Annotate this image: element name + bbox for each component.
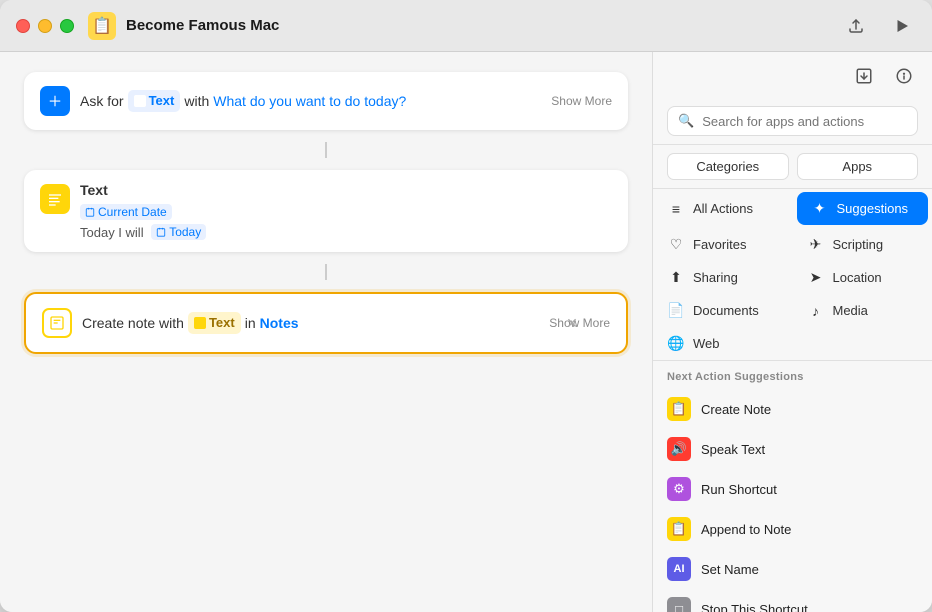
note-dest[interactable]: Notes [260, 313, 299, 334]
traffic-lights [16, 19, 74, 33]
suggestion-append-note[interactable]: 📋 Append to Note [653, 509, 932, 549]
show-more-btn-1[interactable]: Show More [551, 94, 612, 108]
tab-apps[interactable]: Apps [797, 153, 919, 180]
speak-text-icon: 🔊 [667, 437, 691, 461]
cat-all-actions[interactable]: ≡ All Actions [653, 189, 793, 228]
note-icon [42, 308, 72, 338]
search-container: 🔍 [653, 94, 932, 145]
documents-icon: 📄 [667, 302, 685, 319]
ask-text-tag[interactable]: Text [128, 90, 181, 112]
app-icon: 📋 [88, 12, 116, 40]
right-panel: 🔍 Categories Apps ≡ All Actions [652, 52, 932, 612]
ask-prompt[interactable]: What do you want to do today? [213, 91, 406, 112]
text-tag-icon [134, 95, 146, 107]
main-content: Ask for Text with What do you want to do… [0, 52, 932, 612]
upload-button[interactable] [842, 12, 870, 40]
today-tag[interactable]: Today [151, 224, 206, 240]
text-card-content: Current Date Today I will Today [80, 204, 206, 240]
download-icon-btn[interactable] [850, 62, 878, 90]
info-icon-btn[interactable] [890, 62, 918, 90]
right-panel-header [653, 52, 932, 94]
close-note-card-btn[interactable]: ✕ [562, 313, 582, 333]
text-body-prefix: Today I will [80, 225, 144, 240]
cat-web[interactable]: 🌐 Web [653, 327, 793, 360]
categories-grid: ≡ All Actions ✦ Suggestions ♡ Favorites … [653, 189, 932, 361]
cat-media[interactable]: ♪ Media [793, 294, 932, 327]
suggestions-icon: ✦ [811, 200, 829, 217]
minimize-button[interactable] [38, 19, 52, 33]
search-icon: 🔍 [678, 113, 694, 129]
note-label-pre: Create note with [82, 313, 184, 334]
suggestions-section: Next Action Suggestions 📋 Create Note 🔊 … [653, 361, 932, 612]
text-icon [40, 184, 70, 214]
titlebar-actions [842, 12, 916, 40]
cat-location[interactable]: ➤ Location [793, 261, 932, 294]
run-shortcut-icon: ⚙ [667, 477, 691, 501]
note-tag-icon [194, 317, 206, 329]
scripting-icon: ✈ [807, 236, 825, 253]
play-button[interactable] [888, 12, 916, 40]
suggestion-stop-shortcut[interactable]: □ Stop This Shortcut [653, 589, 932, 612]
maximize-button[interactable] [60, 19, 74, 33]
sharing-icon: ⬆ [667, 269, 685, 286]
search-input[interactable] [702, 114, 907, 129]
note-text-tag[interactable]: Text [188, 312, 241, 334]
ask-label-pre: Ask for [80, 91, 124, 112]
media-icon: ♪ [807, 303, 825, 319]
suggestion-set-name[interactable]: AI Set Name [653, 549, 932, 589]
create-note-card[interactable]: Create note with Text in Notes Show More… [24, 292, 628, 354]
divider-2 [325, 264, 327, 280]
suggestions-title: Next Action Suggestions [653, 361, 932, 389]
window-title: Become Famous Mac [126, 17, 279, 34]
cat-sharing[interactable]: ⬆ Sharing [653, 261, 793, 294]
suggestion-run-shortcut[interactable]: ⚙ Run Shortcut [653, 469, 932, 509]
cat-scripting[interactable]: ✈ Scripting [793, 228, 932, 261]
location-icon: ➤ [807, 269, 825, 286]
ask-for-text-card[interactable]: Ask for Text with What do you want to do… [24, 72, 628, 130]
left-panel: Ask for Text with What do you want to do… [0, 52, 652, 612]
suggestion-create-note[interactable]: 📋 Create Note [653, 389, 932, 429]
favorites-icon: ♡ [667, 236, 685, 253]
cat-suggestions[interactable]: ✦ Suggestions [797, 192, 929, 225]
append-note-icon: 📋 [667, 517, 691, 541]
web-icon: 🌐 [667, 335, 685, 352]
cat-favorites[interactable]: ♡ Favorites [653, 228, 793, 261]
close-button[interactable] [16, 19, 30, 33]
tab-categories[interactable]: Categories [667, 153, 789, 180]
search-bar[interactable]: 🔍 [667, 106, 918, 136]
suggestion-speak-text[interactable]: 🔊 Speak Text [653, 429, 932, 469]
set-name-icon: AI [667, 557, 691, 581]
note-label-mid: in [245, 313, 256, 334]
stop-shortcut-icon: □ [667, 597, 691, 612]
ask-icon [40, 86, 70, 116]
cat-documents[interactable]: 📄 Documents [653, 294, 793, 327]
text-card-title: Text [80, 182, 206, 198]
divider-1 [325, 142, 327, 158]
ask-label-mid: with [184, 91, 209, 112]
tab-row: Categories Apps [653, 145, 932, 189]
titlebar: 📋 Become Famous Mac [0, 0, 932, 52]
all-actions-icon: ≡ [667, 201, 685, 217]
app-window: 📋 Become Famous Mac [0, 0, 932, 612]
create-note-icon: 📋 [667, 397, 691, 421]
current-date-tag[interactable]: Current Date [80, 204, 172, 220]
text-block-card[interactable]: Text Current Date Today I will [24, 170, 628, 252]
